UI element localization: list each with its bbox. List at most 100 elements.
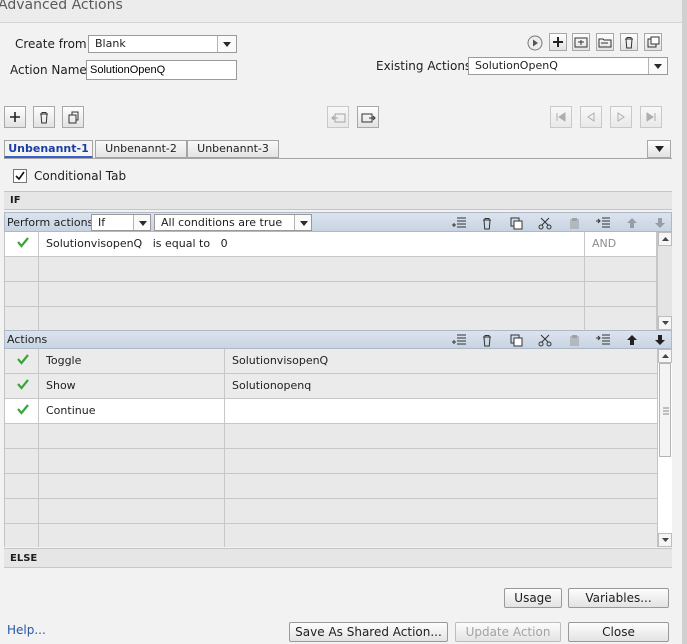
plus-icon — [10, 112, 20, 122]
close-button[interactable]: Close — [568, 622, 669, 642]
arrow-up-icon[interactable] — [624, 215, 640, 231]
delete-action-button[interactable] — [620, 33, 638, 51]
copy-icon[interactable] — [508, 215, 524, 231]
table-row[interactable] — [5, 424, 657, 449]
condition-logic[interactable]: AND — [585, 232, 657, 256]
condition-operator[interactable]: is equal to — [153, 237, 210, 250]
indent-icon[interactable] — [595, 332, 611, 348]
action-target[interactable]: SolutionvisopenQ — [225, 349, 657, 373]
grip-icon — [663, 407, 669, 415]
conditions-select[interactable]: All conditions are true — [154, 214, 312, 231]
existing-actions-select[interactable]: SolutionOpenQ — [468, 57, 668, 75]
scroll-down-button[interactable] — [658, 533, 672, 547]
condition-variable[interactable]: SolutionvisopenQ — [46, 237, 142, 250]
table-row[interactable] — [5, 449, 657, 474]
trash-icon — [625, 36, 633, 48]
previous-decision-button[interactable] — [580, 106, 602, 128]
action-target[interactable]: Solutionopenq — [225, 374, 657, 398]
save-as-action-button[interactable] — [572, 33, 590, 51]
if-scrollbar[interactable] — [657, 232, 672, 330]
move-left-icon — [330, 113, 345, 122]
next-decision-button[interactable] — [610, 106, 632, 128]
plus-icon — [553, 37, 563, 47]
trash-icon[interactable] — [479, 332, 495, 348]
conditions-value: All conditions are true — [161, 216, 283, 229]
table-row[interactable] — [5, 499, 657, 524]
action-name-input[interactable] — [86, 60, 237, 80]
duplicate-action-button[interactable] — [644, 33, 662, 51]
tab-unbenannt-3[interactable]: Unbenannt-3 — [187, 140, 279, 158]
tab-divider — [4, 158, 672, 159]
table-row[interactable] — [5, 474, 657, 499]
else-section-header: ELSE — [4, 548, 672, 568]
scroll-up-button[interactable] — [658, 349, 672, 363]
paste-icon[interactable] — [566, 215, 582, 231]
arrow-up-icon[interactable] — [624, 332, 640, 348]
tabs-menu-button[interactable] — [647, 140, 671, 158]
condition-value[interactable]: 0 — [221, 237, 228, 250]
actions-toolbar: Actions — [4, 330, 672, 349]
insert-condition-icon[interactable] — [451, 215, 467, 231]
action-target[interactable] — [225, 399, 657, 423]
create-from-label: Create from: — [15, 37, 91, 51]
move-decision-left-button[interactable] — [327, 106, 349, 128]
action-name[interactable]: Continue — [39, 399, 225, 423]
scissors-icon[interactable] — [537, 332, 553, 348]
variables-button[interactable]: Variables... — [568, 588, 669, 608]
add-decision-button[interactable] — [4, 106, 26, 128]
create-from-select[interactable]: Blank — [88, 35, 237, 53]
existing-actions-value: SolutionOpenQ — [475, 59, 558, 72]
help-link[interactable]: Help... — [7, 623, 46, 637]
scroll-down-button[interactable] — [658, 316, 672, 330]
first-icon — [556, 112, 566, 122]
remove-decision-button[interactable] — [33, 106, 55, 128]
copy-decision-button[interactable] — [62, 106, 84, 128]
move-right-icon — [361, 113, 376, 122]
import-button[interactable] — [596, 33, 614, 51]
first-decision-button[interactable] — [550, 106, 572, 128]
tab-unbenannt-2[interactable]: Unbenannt-2 — [95, 140, 187, 158]
new-action-button[interactable] — [549, 33, 567, 51]
window-edge — [682, 0, 687, 644]
table-row[interactable] — [5, 257, 657, 282]
tab-unbenannt-1[interactable]: Unbenannt-1 — [4, 140, 93, 158]
chevron-down-icon — [648, 58, 667, 74]
action-name[interactable]: Toggle — [39, 349, 225, 373]
actions-scrollbar[interactable] — [657, 349, 672, 547]
insert-action-icon[interactable] — [451, 332, 467, 348]
copy-icon[interactable] — [508, 332, 524, 348]
table-row[interactable] — [5, 282, 657, 307]
table-row[interactable]: Continue — [5, 399, 657, 424]
table-row[interactable]: SolutionvisopenQ is equal to 0 AND — [5, 232, 657, 257]
previous-icon — [587, 112, 595, 122]
perform-actions-select[interactable]: If — [91, 214, 151, 231]
title-bar: Advanced Actions — [0, 0, 687, 23]
action-name[interactable]: Show — [39, 374, 225, 398]
table-row[interactable]: Toggle SolutionvisopenQ — [5, 349, 657, 374]
conditional-tab-checkbox[interactable] — [13, 169, 27, 183]
usage-button[interactable]: Usage — [504, 588, 562, 608]
last-decision-button[interactable] — [640, 106, 662, 128]
arrow-down-icon[interactable] — [652, 332, 668, 348]
arrow-down-icon[interactable] — [652, 215, 668, 231]
last-icon — [646, 112, 656, 122]
trash-icon[interactable] — [479, 215, 495, 231]
scroll-up-button[interactable] — [658, 232, 672, 246]
if-section-header: IF — [4, 191, 672, 210]
table-row[interactable] — [5, 307, 657, 330]
save-shared-action-button[interactable]: Save As Shared Action... — [289, 622, 448, 642]
table-row[interactable]: Show Solutionopenq — [5, 374, 657, 399]
checkmark-icon — [17, 354, 29, 365]
window-title: Advanced Actions — [0, 0, 123, 13]
conditional-tab-label: Conditional Tab — [34, 169, 127, 183]
trash-icon — [40, 111, 48, 123]
indent-icon[interactable] — [595, 215, 611, 231]
table-row[interactable] — [5, 524, 657, 547]
update-action-button[interactable]: Update Action — [455, 622, 561, 642]
paste-icon[interactable] — [566, 332, 582, 348]
scissors-icon[interactable] — [537, 215, 553, 231]
scroll-thumb[interactable] — [659, 363, 671, 457]
copy-icon — [68, 111, 78, 123]
preview-button[interactable] — [526, 34, 544, 52]
move-decision-right-button[interactable] — [357, 106, 379, 128]
